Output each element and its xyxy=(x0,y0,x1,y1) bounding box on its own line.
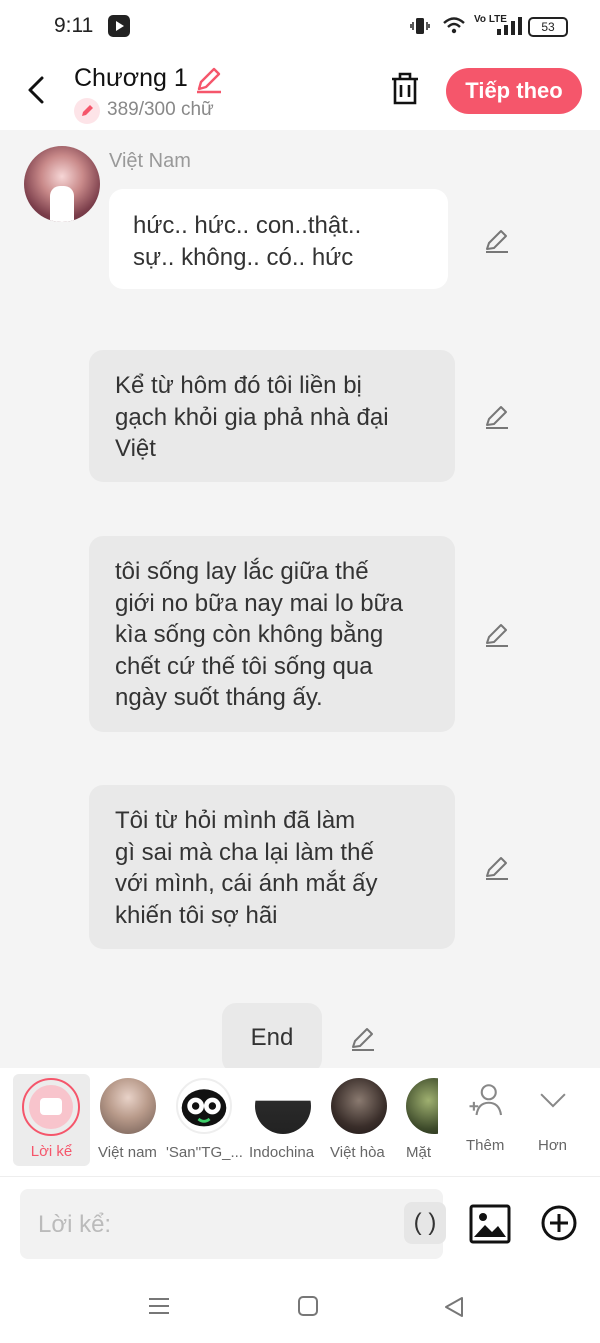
message-line: Việt xyxy=(115,435,156,462)
edit-message-icon[interactable] xyxy=(483,853,511,881)
more-characters-label: Thêm xyxy=(466,1137,505,1154)
more-characters-button[interactable]: Thêm xyxy=(462,1068,510,1166)
character-item[interactable]: Việt nam xyxy=(96,1068,160,1166)
character-item[interactable]: Việt hòa xyxy=(328,1068,390,1166)
add-person-icon xyxy=(469,1084,503,1116)
image-icon[interactable] xyxy=(469,1204,511,1244)
character-item[interactable]: Indochina xyxy=(248,1068,318,1166)
edit-message-icon[interactable] xyxy=(483,402,511,430)
word-count-text: 389/300 chữ xyxy=(107,99,214,120)
next-button[interactable]: Tiếp theo xyxy=(446,68,582,114)
message-bubble[interactable]: hức.. hức.. con..thật.. sự.. không.. có.… xyxy=(109,189,448,289)
character-selector: Lời kể Việt nam 'San''TG_... Indochina V… xyxy=(0,1068,600,1176)
message-line: giới no bữa nay mai lo bữa xyxy=(115,589,404,617)
system-nav-bar xyxy=(0,1270,600,1343)
signal-icon xyxy=(497,17,522,35)
message-input[interactable]: Lời kể: ( ) xyxy=(20,1189,446,1259)
battery-indicator: 53 xyxy=(528,17,568,37)
speaker-name: Việt Nam xyxy=(109,150,191,172)
character-label: Việt nam xyxy=(98,1144,157,1161)
parentheses-button[interactable]: ( ) xyxy=(404,1202,446,1244)
character-label: Mặt xyxy=(406,1144,432,1161)
status-bar: 9:11 Vo LTE 53 xyxy=(0,0,600,52)
message-line: chết cứ thế tôi sống qua xyxy=(115,652,373,680)
message-line: kìa sống còn không bằng xyxy=(115,621,384,648)
message-line: Kể từ hôm đó tôi liền bị xyxy=(115,372,362,399)
message-line: gạch khỏi gia phả nhà đại xyxy=(115,403,389,431)
character-label: 'San''TG_... xyxy=(166,1144,243,1161)
character-avatar xyxy=(406,1078,438,1134)
character-item[interactable]: Mặt xyxy=(404,1068,438,1166)
message-input-placeholder: Lời kể: xyxy=(38,1211,112,1238)
character-avatar xyxy=(331,1078,387,1134)
message-line: Tôi từ hỏi mình đã làm xyxy=(115,807,356,834)
chat-bubble-icon xyxy=(29,1085,73,1129)
menu-icon[interactable] xyxy=(147,1296,171,1316)
wifi-icon xyxy=(443,17,465,34)
home-icon[interactable] xyxy=(297,1295,319,1317)
back-triangle-icon[interactable] xyxy=(442,1295,466,1319)
collapse-button[interactable]: Hơn xyxy=(530,1068,576,1166)
character-avatar xyxy=(100,1078,156,1134)
composer: Lời kể: ( ) xyxy=(0,1176,600,1270)
back-arrow-icon[interactable] xyxy=(20,70,54,110)
message-bubble[interactable]: Tôi từ hỏi mình đã làm gì sai mà cha lại… xyxy=(89,785,455,949)
speaker-avatar[interactable] xyxy=(24,146,100,222)
edit-title-icon[interactable] xyxy=(194,64,224,94)
message-line: sự.. không.. có.. hức xyxy=(133,243,354,271)
collapse-label: Hơn xyxy=(538,1137,568,1154)
edit-message-icon[interactable] xyxy=(349,1024,377,1052)
edit-message-icon[interactable] xyxy=(483,620,511,648)
edit-message-icon[interactable] xyxy=(483,226,511,254)
character-label: Lời kể xyxy=(30,1143,73,1160)
character-item[interactable]: 'San''TG_... xyxy=(166,1068,243,1166)
character-label: Việt hòa xyxy=(330,1144,385,1161)
editor-header: Chương 1 389/300 chữ Tiếp theo xyxy=(0,52,600,130)
message-line: gì sai mà cha lại làm thế xyxy=(115,838,374,866)
message-line: tôi sống lay lắc giữa thế xyxy=(115,558,369,585)
trash-icon[interactable] xyxy=(388,70,422,108)
chapter-title[interactable]: Chương 1 xyxy=(74,64,188,93)
media-app-icon xyxy=(108,15,130,37)
message-line: hức.. hức.. con..thật.. xyxy=(133,212,362,239)
narrator-avatar xyxy=(22,1078,80,1136)
end-message-bubble[interactable]: End xyxy=(222,1003,322,1073)
status-time: 9:11 xyxy=(54,14,94,37)
character-label: Indochina xyxy=(249,1144,315,1161)
vibrate-icon xyxy=(410,18,430,34)
message-line: ngày suốt tháng ấy. xyxy=(115,684,323,711)
character-avatar xyxy=(176,1078,232,1134)
message-bubble[interactable]: tôi sống lay lắc giữa thế giới no bữa na… xyxy=(89,536,455,732)
word-count-pencil-icon xyxy=(74,98,100,124)
character-narrator[interactable]: Lời kể xyxy=(13,1074,90,1166)
message-line: khiến tôi sợ hãi xyxy=(115,901,278,929)
add-circle-icon[interactable] xyxy=(540,1204,578,1242)
character-avatar xyxy=(255,1078,311,1134)
message-line: với mình, cái ánh mắt ấy xyxy=(115,870,378,897)
chevron-down-icon xyxy=(540,1093,566,1108)
message-bubble[interactable]: Kể từ hôm đó tôi liền bị gạch khỏi gia p… xyxy=(89,350,455,482)
